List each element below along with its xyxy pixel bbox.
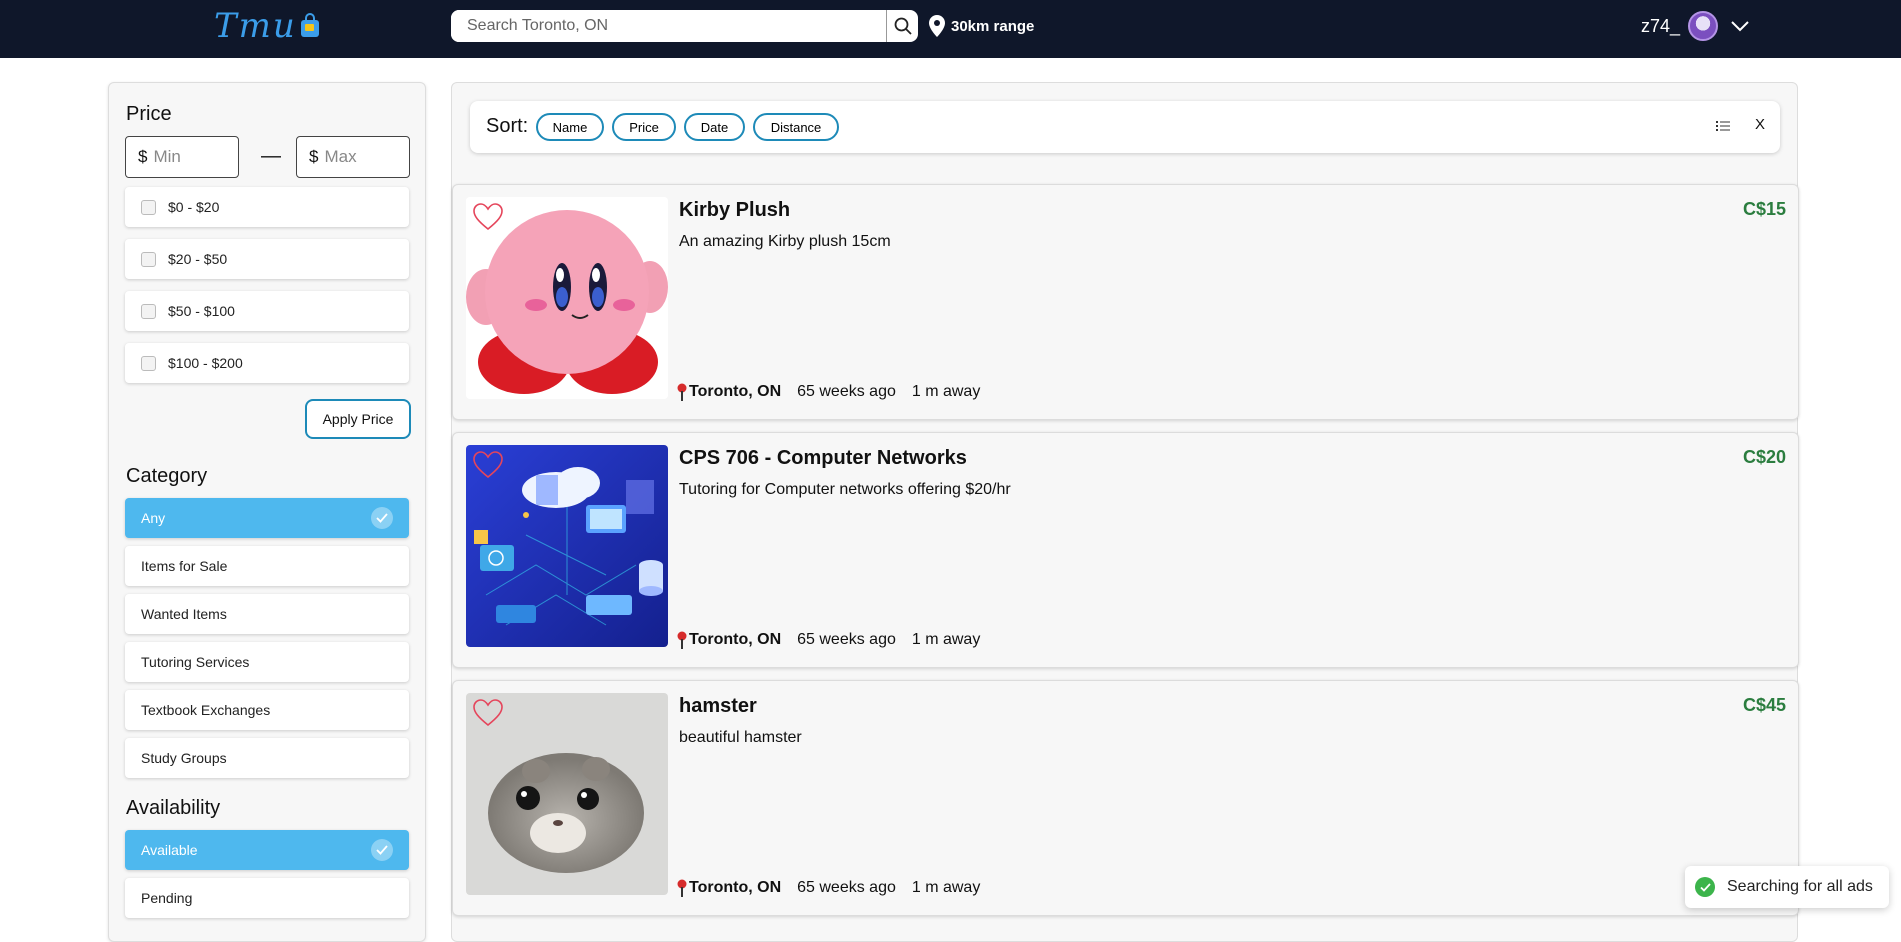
- checkbox[interactable]: [141, 303, 156, 319]
- listing-meta: Toronto, ON 65 weeks ago 1 m away: [677, 383, 980, 401]
- search-icon: [894, 17, 912, 35]
- listing-description: beautiful hamster: [679, 729, 802, 746]
- listing-meta: Toronto, ON 65 weeks ago 1 m away: [677, 879, 980, 897]
- location-pin-icon: [929, 15, 945, 37]
- listing-price: C$15: [1742, 199, 1786, 219]
- check-icon: [371, 839, 393, 861]
- top-nav-bar: Tmu 30km range z74_: [0, 0, 1901, 58]
- listing-posted: 65 weeks ago: [797, 383, 896, 400]
- price-range-label: $100 - $200: [168, 355, 243, 371]
- listing-posted: 65 weeks ago: [797, 631, 896, 648]
- category-option-wanted-items[interactable]: Wanted Items: [125, 594, 409, 634]
- listing-posted: 65 weeks ago: [797, 879, 896, 896]
- listing-card[interactable]: Kirby Plush An amazing Kirby plush 15cm …: [452, 184, 1799, 420]
- checkbox[interactable]: [141, 355, 156, 371]
- listing-title[interactable]: Kirby Plush: [679, 199, 790, 222]
- checkbox[interactable]: [141, 251, 156, 267]
- close-sort-button[interactable]: X: [1755, 116, 1765, 133]
- listing-description: An amazing Kirby plush 15cm: [679, 233, 891, 250]
- check-icon: [371, 507, 393, 529]
- sort-label: Sort:: [486, 115, 529, 137]
- availability-label: Pending: [141, 890, 193, 906]
- category-section-title: Category: [126, 465, 208, 487]
- availability-option-pending[interactable]: Pending: [125, 878, 409, 918]
- category-label: Wanted Items: [141, 606, 227, 622]
- category-label: Study Groups: [141, 750, 227, 766]
- price-section-title: Price: [126, 103, 172, 125]
- category-option-any[interactable]: Any: [125, 498, 409, 538]
- availability-option-available[interactable]: Available: [125, 830, 409, 870]
- listings-panel: Sort: Name Price Date Distance X Kirby P…: [451, 82, 1799, 942]
- listing-title[interactable]: CPS 706 - Computer Networks: [679, 447, 967, 470]
- apply-price-button[interactable]: Apply Price: [305, 399, 411, 439]
- search-bar: [451, 10, 918, 42]
- shopping-bag-icon: [300, 13, 319, 37]
- sort-bar: Sort: Name Price Date Distance X: [470, 101, 1780, 153]
- max-price-input[interactable]: [324, 147, 395, 167]
- category-label: Textbook Exchanges: [141, 702, 271, 718]
- category-label: Any: [141, 510, 166, 526]
- category-option-items-for-sale[interactable]: Items for Sale: [125, 546, 409, 586]
- success-check-icon: [1695, 877, 1715, 897]
- search-input[interactable]: [451, 10, 886, 42]
- price-range-option[interactable]: $100 - $200: [125, 343, 409, 383]
- min-currency-symbol: $: [138, 147, 148, 166]
- listing-price: C$45: [1742, 695, 1786, 715]
- sort-name-chip[interactable]: Name: [536, 113, 604, 141]
- username: z74_: [1641, 15, 1681, 36]
- logo-text: Tmu: [214, 6, 297, 46]
- listing-price: C$20: [1742, 447, 1786, 467]
- avatar: [1688, 11, 1719, 41]
- min-price-input[interactable]: [153, 147, 224, 167]
- listing-distance: 1 m away: [911, 631, 981, 648]
- listing-meta: Toronto, ON 65 weeks ago 1 m away: [677, 631, 980, 649]
- user-menu[interactable]: z74_: [1641, 10, 1750, 42]
- logo[interactable]: Tmu: [214, 6, 321, 46]
- listing-location: Toronto, ON: [689, 631, 782, 648]
- price-range-label: $50 - $100: [168, 303, 235, 319]
- listing-location: Toronto, ON: [689, 383, 782, 400]
- listing-card[interactable]: hamster beautiful hamster C$45 Toronto, …: [452, 680, 1799, 916]
- listing-distance: 1 m away: [911, 383, 981, 400]
- price-range-dash: —: [261, 145, 281, 167]
- range-label: 30km range: [951, 17, 1035, 35]
- max-currency-symbol: $: [309, 147, 319, 166]
- checkbox[interactable]: [141, 199, 156, 215]
- filter-sidebar: Price $ — $ $0 - $20 $20 - $50 $50 - $10…: [108, 82, 426, 942]
- price-range-option[interactable]: $20 - $50: [125, 239, 409, 279]
- listing-card[interactable]: CPS 706 - Computer Networks Tutoring for…: [452, 432, 1799, 668]
- favorite-heart-icon[interactable]: [473, 699, 503, 727]
- category-option-tutoring-services[interactable]: Tutoring Services: [125, 642, 409, 682]
- status-toast: Searching for all ads: [1685, 866, 1889, 908]
- price-range-label: $20 - $50: [168, 251, 228, 267]
- sort-price-chip[interactable]: Price: [612, 113, 676, 141]
- category-label: Items for Sale: [141, 558, 228, 574]
- chevron-down-icon: [1731, 21, 1749, 32]
- map-pin-icon: [677, 631, 687, 649]
- category-option-study-groups[interactable]: Study Groups: [125, 738, 409, 778]
- map-pin-icon: [677, 879, 687, 897]
- listing-location: Toronto, ON: [689, 879, 782, 896]
- price-range-option[interactable]: $50 - $100: [125, 291, 409, 331]
- favorite-heart-icon[interactable]: [473, 451, 503, 479]
- price-range-option[interactable]: $0 - $20: [125, 187, 409, 227]
- availability-section-title: Availability: [126, 797, 221, 819]
- map-pin-icon: [677, 383, 687, 401]
- sort-distance-chip[interactable]: Distance: [753, 113, 839, 141]
- max-price-field: $: [296, 136, 410, 178]
- listing-distance: 1 m away: [911, 879, 981, 896]
- price-range-label: $0 - $20: [168, 199, 220, 215]
- favorite-heart-icon[interactable]: [473, 203, 503, 231]
- range-selector[interactable]: 30km range: [929, 14, 1034, 38]
- search-button[interactable]: [886, 10, 918, 42]
- sort-date-chip[interactable]: Date: [684, 113, 745, 141]
- category-option-textbook-exchanges[interactable]: Textbook Exchanges: [125, 690, 409, 730]
- list-view-icon[interactable]: [1716, 120, 1730, 132]
- availability-label: Available: [141, 842, 198, 858]
- toast-message: Searching for all ads: [1727, 878, 1873, 895]
- category-label: Tutoring Services: [141, 654, 250, 670]
- listing-title[interactable]: hamster: [679, 695, 757, 718]
- listing-description: Tutoring for Computer networks offering …: [679, 481, 1011, 498]
- min-price-field: $: [125, 136, 239, 178]
